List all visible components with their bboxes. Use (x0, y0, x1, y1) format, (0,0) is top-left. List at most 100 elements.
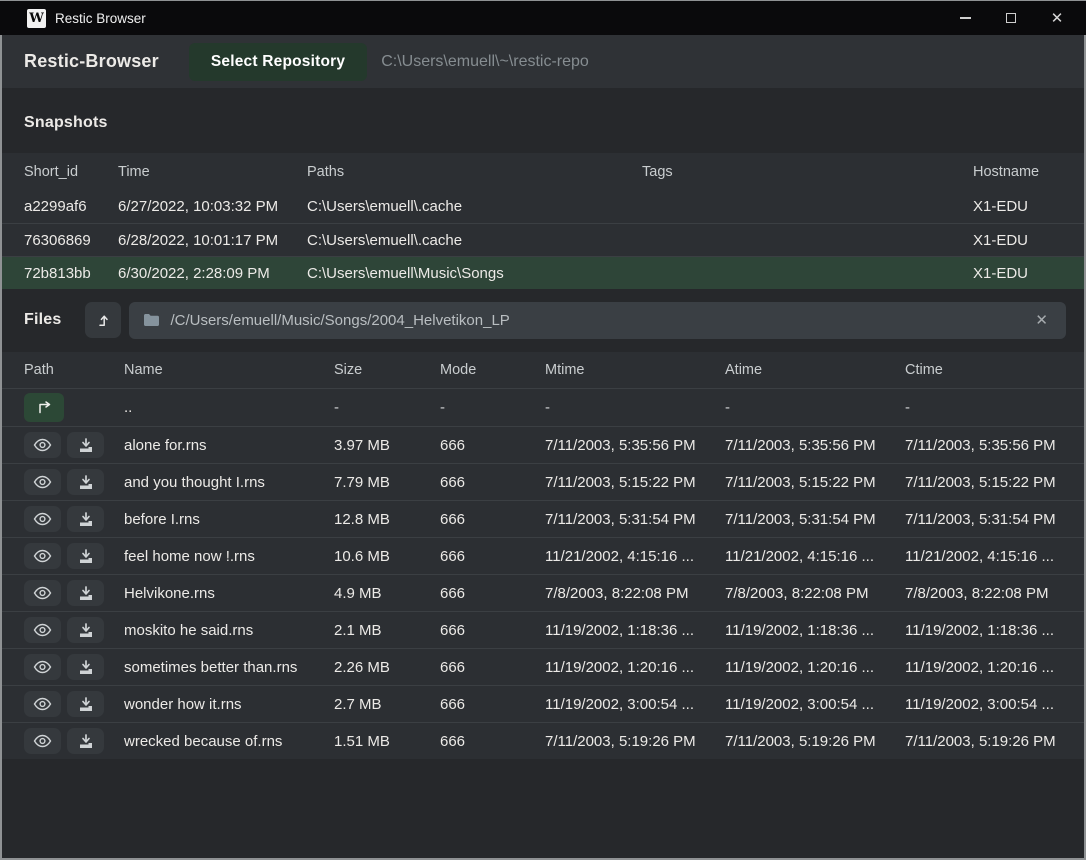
file-ctime: 11/21/2002, 4:15:16 ... (905, 548, 1084, 565)
column-header-tags: Tags (642, 164, 973, 180)
snapshot-time: 6/27/2022, 10:03:32 PM (118, 198, 307, 215)
preview-file-button[interactable] (24, 691, 61, 717)
download-file-button[interactable] (67, 506, 104, 532)
snapshot-row[interactable]: 76306869 6/28/2022, 10:01:17 PM C:\Users… (2, 223, 1084, 256)
snapshot-row-selected[interactable]: 72b813bb 6/30/2022, 2:28:09 PM C:\Users\… (2, 256, 1084, 289)
file-size: 2.26 MB (334, 659, 440, 676)
file-mtime: 11/19/2002, 1:18:36 ... (545, 622, 725, 639)
preview-file-button[interactable] (24, 469, 61, 495)
file-size: 2.1 MB (334, 622, 440, 639)
file-row[interactable]: Helvikone.rns 4.9 MB 666 7/8/2003, 8:22:… (2, 574, 1084, 611)
file-size: 3.97 MB (334, 437, 440, 454)
window-title: Restic Browser (55, 11, 146, 26)
preview-file-button[interactable] (24, 432, 61, 458)
file-size: - (334, 399, 440, 416)
file-mtime: - (545, 399, 725, 416)
download-icon (78, 660, 94, 675)
download-file-button[interactable] (67, 469, 104, 495)
file-mode: 666 (440, 511, 545, 528)
column-header-paths: Paths (307, 164, 642, 180)
column-header-mtime: Mtime (545, 362, 725, 378)
eye-icon (33, 475, 52, 489)
maximize-button[interactable] (988, 1, 1034, 35)
file-atime: 11/21/2002, 4:15:16 ... (725, 548, 905, 565)
download-icon (78, 697, 94, 712)
file-row[interactable]: alone for.rns 3.97 MB 666 7/11/2003, 5:3… (2, 426, 1084, 463)
maximize-icon (1006, 13, 1016, 23)
close-button[interactable]: ✕ (1034, 1, 1080, 35)
file-name: Helvikone.rns (124, 585, 334, 602)
files-section-title: Files (24, 311, 61, 329)
preview-file-button[interactable] (24, 543, 61, 569)
preview-file-button[interactable] (24, 728, 61, 754)
file-name: alone for.rns (124, 437, 334, 454)
eye-icon (33, 512, 52, 526)
file-row[interactable]: wrecked because of.rns 1.51 MB 666 7/11/… (2, 722, 1084, 759)
column-header-short-id: Short_id (24, 164, 118, 180)
select-repository-button[interactable]: Select Repository (189, 43, 367, 81)
column-header-size: Size (334, 362, 440, 378)
clear-icon: ✕ (1035, 312, 1048, 329)
file-mode: 666 (440, 437, 545, 454)
file-mode: 666 (440, 659, 545, 676)
empty-area (2, 759, 1084, 858)
download-icon (78, 734, 94, 749)
file-mode: 666 (440, 585, 545, 602)
file-ctime: 11/19/2002, 1:18:36 ... (905, 622, 1084, 639)
file-row[interactable]: feel home now !.rns 10.6 MB 666 11/21/20… (2, 537, 1084, 574)
file-row[interactable]: moskito he said.rns 2.1 MB 666 11/19/200… (2, 611, 1084, 648)
file-atime: 7/11/2003, 5:19:26 PM (725, 733, 905, 750)
file-size: 12.8 MB (334, 511, 440, 528)
preview-file-button[interactable] (24, 617, 61, 643)
file-name: and you thought I.rns (124, 474, 334, 491)
preview-file-button[interactable] (24, 654, 61, 680)
file-atime: 7/11/2003, 5:35:56 PM (725, 437, 905, 454)
download-icon (78, 512, 94, 527)
enter-parent-directory-button[interactable] (24, 393, 64, 422)
file-ctime: 11/19/2002, 3:00:54 ... (905, 696, 1084, 713)
file-row[interactable]: wonder how it.rns 2.7 MB 666 11/19/2002,… (2, 685, 1084, 722)
download-icon (78, 623, 94, 638)
file-mode: 666 (440, 474, 545, 491)
column-header-name: Name (124, 362, 334, 378)
snapshot-row[interactable]: a2299af6 6/27/2022, 10:03:32 PM C:\Users… (2, 190, 1084, 223)
preview-file-button[interactable] (24, 580, 61, 606)
column-header-hostname: Hostname (973, 164, 1084, 180)
snapshot-hostname: X1-EDU (973, 232, 1084, 249)
file-atime: 11/19/2002, 3:00:54 ... (725, 696, 905, 713)
file-row[interactable]: before I.rns 12.8 MB 666 7/11/2003, 5:31… (2, 500, 1084, 537)
minimize-button[interactable] (942, 1, 988, 35)
file-name: .. (124, 399, 334, 416)
titlebar-left: W Restic Browser (0, 9, 146, 28)
download-file-button[interactable] (67, 728, 104, 754)
preview-file-button[interactable] (24, 506, 61, 532)
eye-icon (33, 734, 52, 748)
snapshot-hostname: X1-EDU (973, 265, 1084, 282)
download-file-button[interactable] (67, 654, 104, 680)
file-ctime: 7/11/2003, 5:31:54 PM (905, 511, 1084, 528)
file-mtime: 7/8/2003, 8:22:08 PM (545, 585, 725, 602)
download-file-button[interactable] (67, 617, 104, 643)
file-atime: - (725, 399, 905, 416)
go-parent-directory-button[interactable] (85, 302, 121, 338)
header-band: Restic-Browser Select Repository C:\User… (2, 35, 1084, 88)
file-ctime: 7/11/2003, 5:35:56 PM (905, 437, 1084, 454)
current-path-input[interactable]: /C/Users/emuell/Music/Songs/2004_Helveti… (129, 302, 1066, 339)
eye-icon (33, 549, 52, 563)
file-row[interactable]: sometimes better than.rns 2.26 MB 666 11… (2, 648, 1084, 685)
download-icon (78, 475, 94, 490)
parent-directory-row[interactable]: .. - - - - - (2, 389, 1084, 426)
file-row[interactable]: and you thought I.rns 7.79 MB 666 7/11/2… (2, 463, 1084, 500)
file-name: feel home now !.rns (124, 548, 334, 565)
download-icon (78, 438, 94, 453)
download-file-button[interactable] (67, 543, 104, 569)
download-file-button[interactable] (67, 432, 104, 458)
file-size: 4.9 MB (334, 585, 440, 602)
download-file-button[interactable] (67, 580, 104, 606)
eye-icon (33, 697, 52, 711)
eye-icon (33, 438, 52, 452)
download-file-button[interactable] (67, 691, 104, 717)
arrow-up-from-bar-icon (95, 312, 111, 328)
file-atime: 7/11/2003, 5:15:22 PM (725, 474, 905, 491)
clear-path-button[interactable]: ✕ (1031, 309, 1052, 331)
